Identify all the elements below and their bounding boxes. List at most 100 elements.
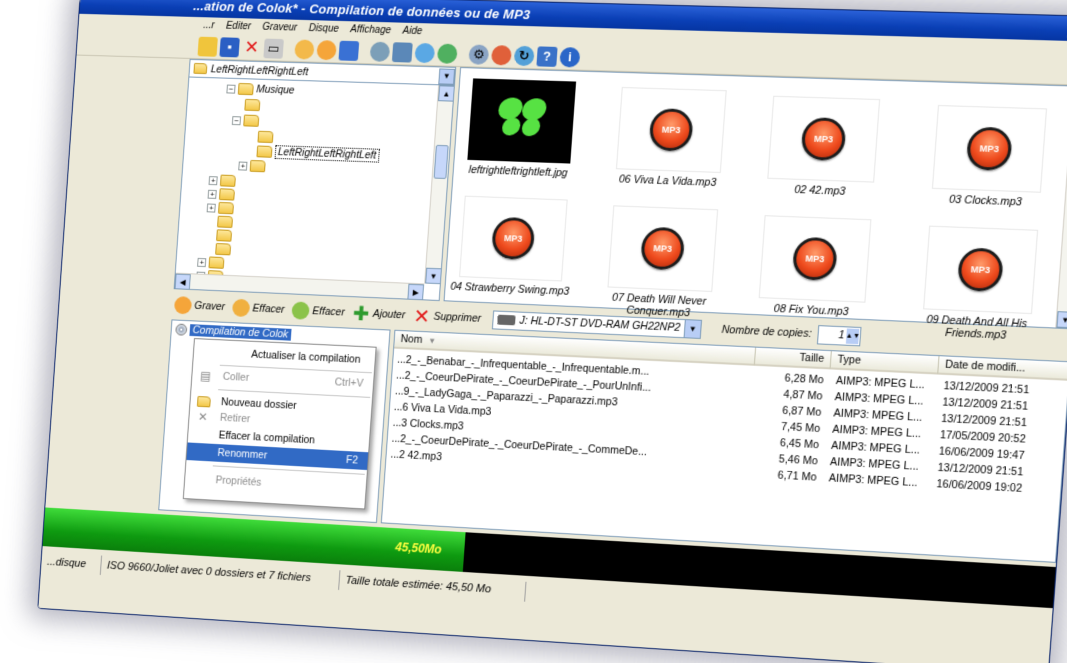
tree-node-musique[interactable]: − Musique: [226, 83, 295, 97]
tree-node[interactable]: +: [238, 160, 266, 173]
folder-icon: [208, 256, 224, 268]
tree-node[interactable]: [216, 229, 232, 241]
tree-node[interactable]: [244, 99, 263, 111]
app-window: ...ation de Colok* - Compilation de donn…: [37, 0, 1067, 663]
collapse-icon[interactable]: −: [226, 84, 235, 93]
file-icon-item[interactable]: MP3 06 Viva La Vida.mp3: [602, 87, 740, 190]
compilation-item[interactable]: Compilation de Colok: [175, 324, 291, 341]
chevron-right-icon[interactable]: ▶: [407, 284, 424, 301]
sort-arrow-icon: ▼: [428, 336, 436, 345]
folder-icon: [250, 160, 266, 172]
status-disc: ...disque: [41, 552, 102, 575]
file-icon-label: 04 Strawberry Swing.mp3: [445, 280, 574, 298]
folder-icon: [219, 188, 235, 200]
file-icon-view: leftrightleftrightleft.jpg MP3 06 Viva L…: [444, 67, 1067, 329]
status-total-size: Taille totale estimée: 45,50 Mo: [339, 570, 526, 601]
copies-stepper[interactable]: 1 ▲▼: [817, 325, 862, 346]
info-icon[interactable]: i: [559, 47, 580, 68]
mp3-icon: MP3: [966, 126, 1013, 171]
column-header-date[interactable]: Date de modifi...: [938, 356, 1067, 381]
menu-item-disque[interactable]: Disque: [306, 23, 341, 35]
tree-node[interactable]: +: [207, 202, 235, 215]
expand-icon[interactable]: +: [238, 161, 247, 170]
menu-item-fichier[interactable]: ...r: [201, 20, 217, 31]
file-icon-item[interactable]: leftrightleftrightleft.jpg: [453, 78, 589, 180]
save-icon[interactable]: ▪: [219, 37, 239, 57]
tree-node[interactable]: +: [197, 256, 224, 269]
refresh-icon[interactable]: ↻: [514, 45, 535, 66]
window-icon[interactable]: [338, 40, 359, 60]
menu-item-proprietes[interactable]: Propriétés: [185, 470, 367, 498]
expand-icon[interactable]: +: [209, 176, 218, 185]
file-icon-label: 06 Viva La Vida.mp3: [602, 173, 734, 190]
menu-item-editer[interactable]: Editer: [224, 21, 254, 33]
chevron-up-icon[interactable]: ▲: [438, 85, 455, 101]
file-icon-item[interactable]: MP3 03 Clocks.mp3: [917, 105, 1061, 210]
mp3-icon: MP3: [957, 247, 1004, 292]
tree-node[interactable]: +: [208, 174, 236, 187]
chevron-down-icon[interactable]: ▼: [684, 320, 701, 338]
column-header-type[interactable]: Type: [831, 351, 940, 374]
folder-icon: [238, 83, 254, 95]
chevron-down-icon[interactable]: ▼: [438, 68, 455, 84]
menu-item-graveur[interactable]: Graveur: [260, 22, 299, 34]
file-icon-item[interactable]: MP3 02 42.mp3: [753, 95, 894, 199]
expand-icon[interactable]: +: [197, 257, 206, 266]
copy-disc-icon[interactable]: [414, 42, 435, 62]
tools-icon[interactable]: [491, 45, 512, 65]
file-icon-item[interactable]: MP3 08 Fix You.mp3: [744, 215, 885, 320]
tree-node[interactable]: −: [232, 114, 262, 127]
butterfly-icon: [492, 97, 551, 145]
column-header-size[interactable]: Taille: [755, 348, 832, 370]
tree-node[interactable]: [217, 216, 233, 228]
erase-disc-icon[interactable]: [437, 43, 458, 63]
chevron-down-icon[interactable]: ▼: [425, 268, 442, 285]
graver-button[interactable]: Graver: [174, 296, 230, 316]
effacer-disc-button[interactable]: Effacer: [232, 299, 289, 319]
collapse-icon[interactable]: −: [232, 116, 241, 125]
folder-icon: [218, 202, 234, 214]
plus-icon: ✚: [352, 304, 371, 323]
supprimer-button[interactable]: ✕ Supprimer: [412, 307, 485, 328]
menu-item-aide[interactable]: Aide: [400, 26, 424, 38]
drive-icon: [498, 315, 516, 326]
chevron-down-icon[interactable]: ▼: [1056, 311, 1067, 328]
tree-node[interactable]: +: [208, 188, 236, 201]
progress-text: 45,50Mo: [395, 540, 442, 557]
paste-icon: ▤: [198, 369, 214, 383]
menu-item-affichage[interactable]: Affichage: [348, 24, 393, 36]
folder-tree-pane: LeftRightLeftRightLeft ▼ − Musique − Left…: [174, 59, 457, 301]
print-icon[interactable]: ▭: [263, 38, 284, 58]
expand-icon[interactable]: +: [208, 189, 217, 198]
folder-open-icon: [256, 145, 272, 157]
expand-icon[interactable]: +: [207, 203, 216, 212]
scroll-thumb[interactable]: [434, 145, 449, 179]
tree-node-selected[interactable]: LeftRightLeftRightLeft: [256, 144, 379, 162]
chevron-left-icon[interactable]: ◀: [175, 274, 191, 290]
gear-icon[interactable]: ⚙: [468, 44, 489, 64]
file-icon-item[interactable]: MP3 04 Strawberry Swing.mp3: [445, 195, 580, 298]
delete-icon[interactable]: ✕: [241, 37, 262, 57]
stepper-arrows-icon[interactable]: ▲▼: [846, 328, 859, 344]
new-audio-icon[interactable]: [316, 40, 337, 60]
ajouter-button[interactable]: ✚ Ajouter: [352, 304, 410, 324]
folder-icon: [220, 175, 236, 187]
open-folder-icon[interactable]: [198, 36, 218, 56]
drive-select[interactable]: J: HL-DT-ST DVD-RAM GH22NP2 ▼: [492, 310, 702, 339]
file-icon-label: 08 Fix You.mp3: [744, 302, 878, 320]
folder-tree: − Musique − LeftRightLeftRightLeft + + + …: [176, 77, 438, 283]
disc-icon[interactable]: [370, 41, 391, 61]
effacer-button[interactable]: Effacer: [292, 301, 349, 321]
tree-node[interactable]: [215, 243, 231, 255]
copies-label: Nombre de copies:: [721, 324, 812, 340]
file-icon-item[interactable]: MP3 07 Death Will Never Conquer.mp3: [592, 205, 731, 321]
clear-icon: [292, 301, 311, 319]
help-icon[interactable]: ?: [536, 46, 557, 67]
burn-icon[interactable]: [392, 42, 413, 62]
new-compilation-icon[interactable]: [294, 39, 315, 59]
mp3-icon: MP3: [491, 217, 536, 261]
mp3-icon: MP3: [800, 117, 846, 161]
folder-icon: [217, 216, 233, 228]
tree-node[interactable]: [257, 131, 273, 143]
copies-value: 1: [838, 329, 845, 341]
